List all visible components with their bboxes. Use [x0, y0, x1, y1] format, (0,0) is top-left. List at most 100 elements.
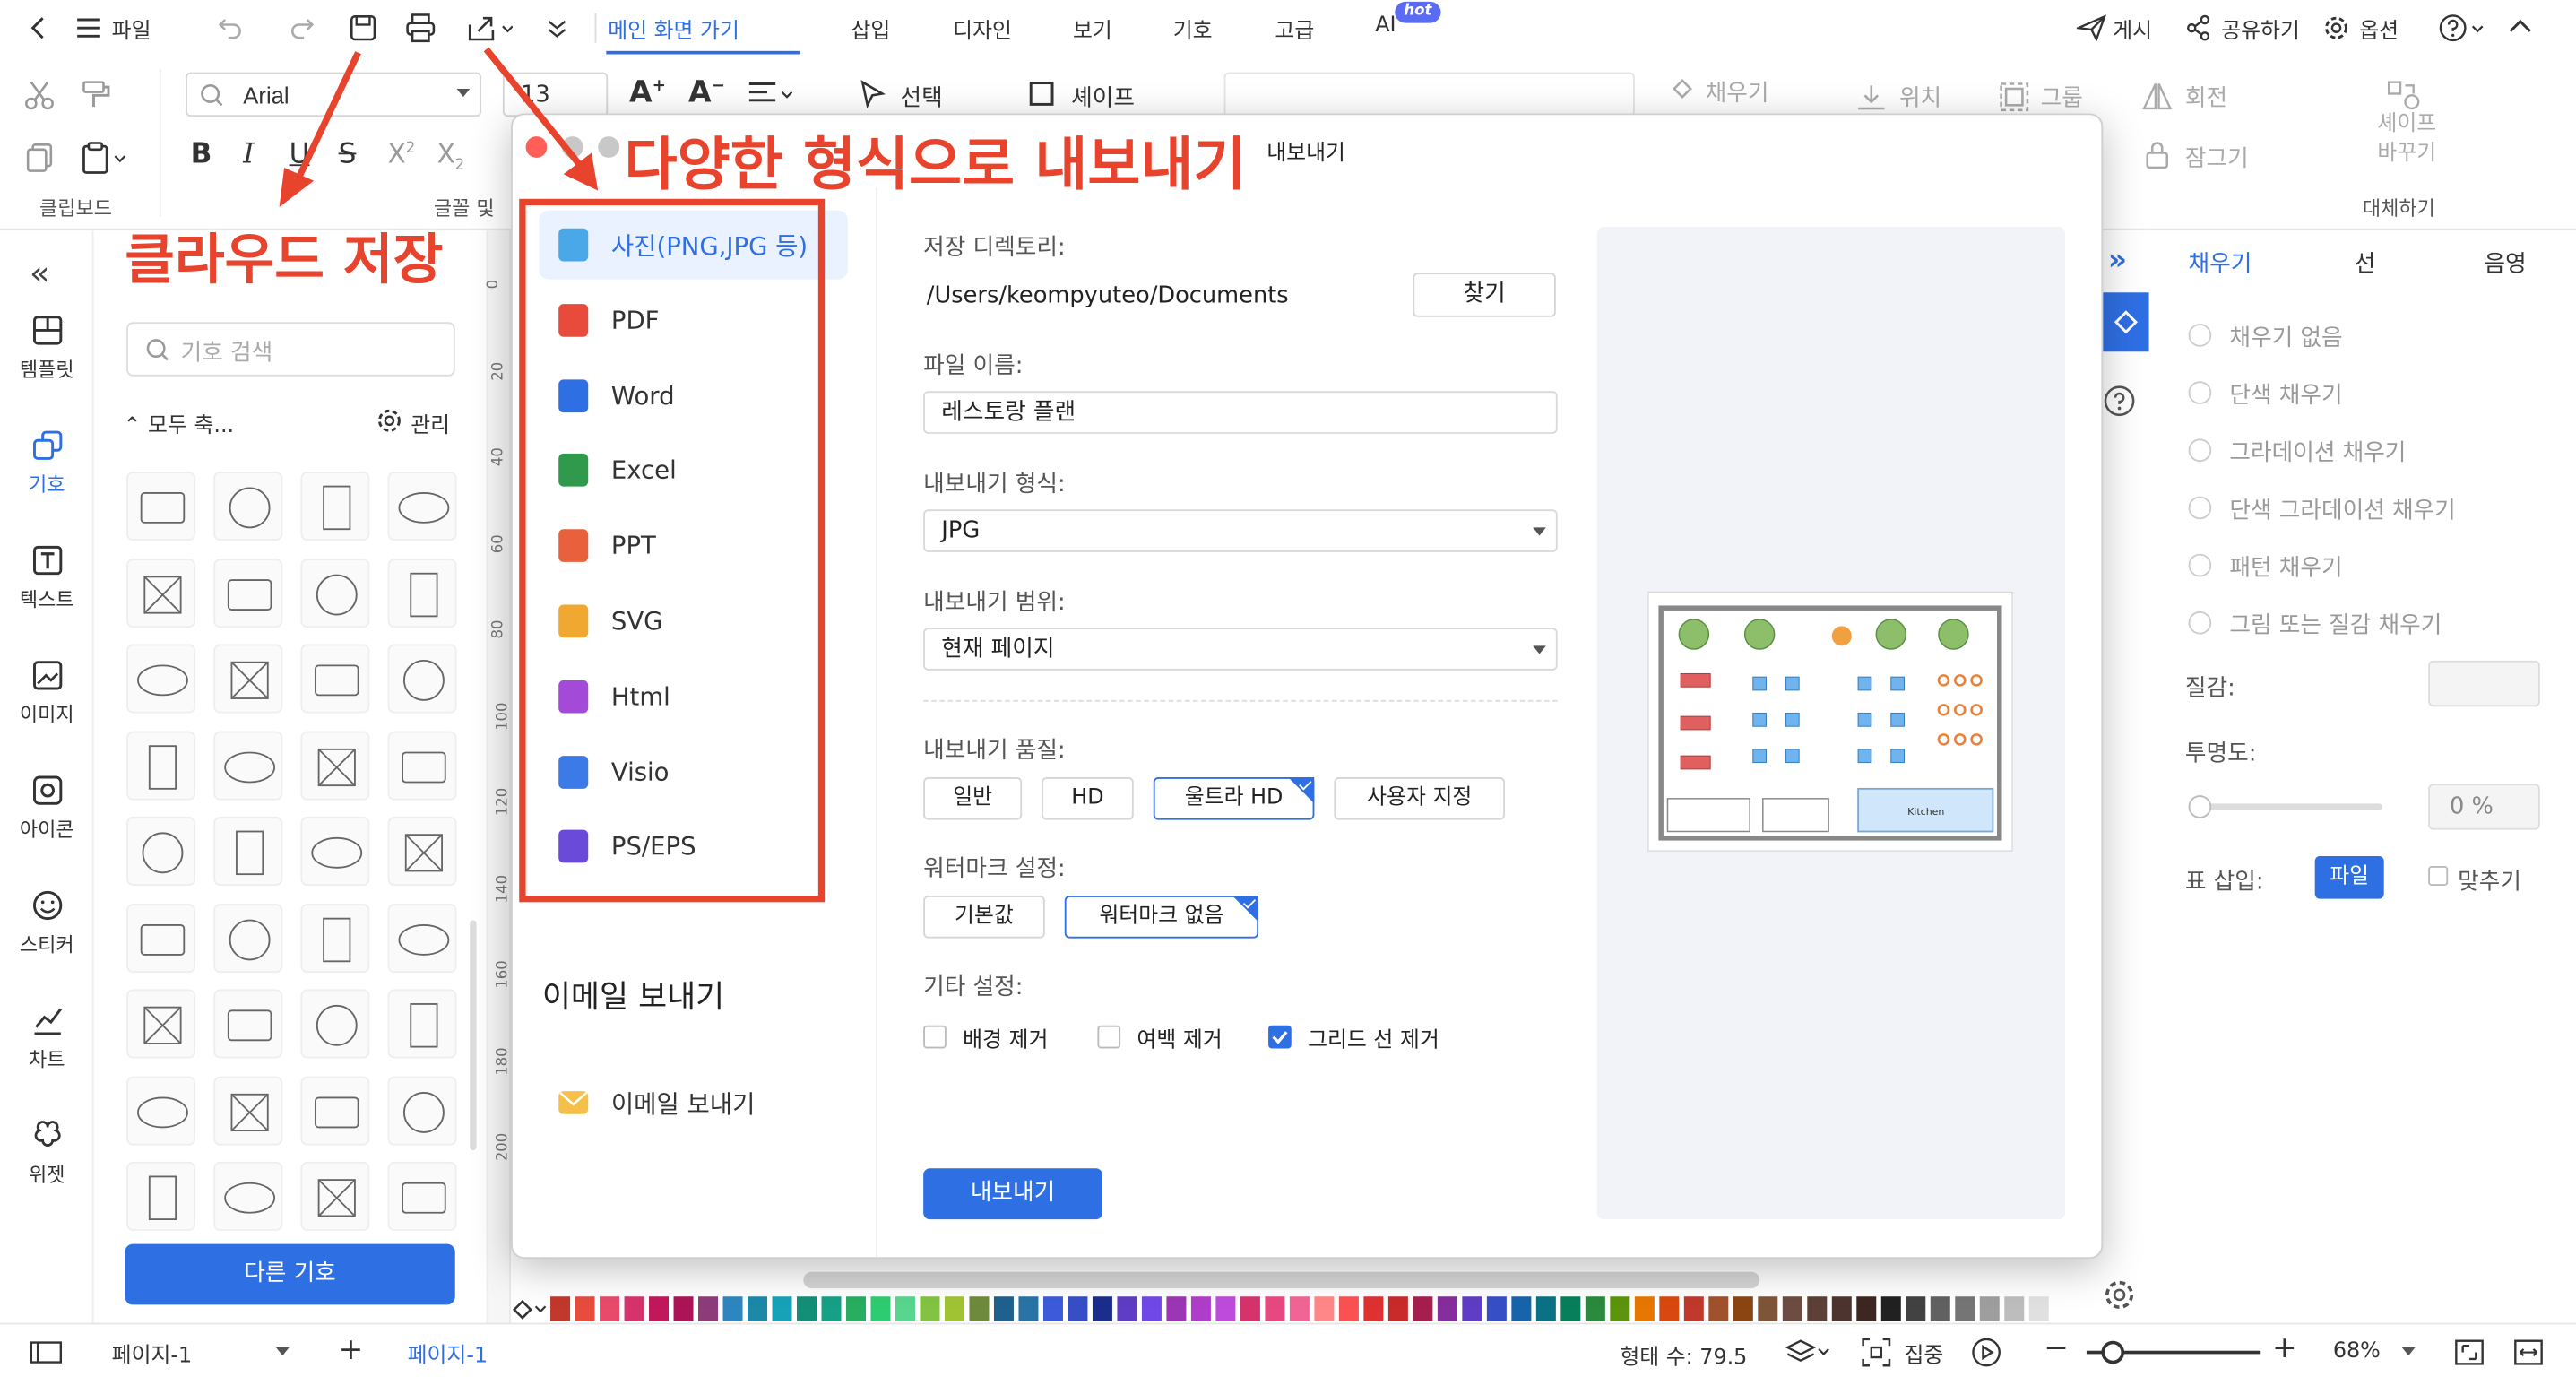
subscript-icon[interactable]: X2	[437, 138, 465, 175]
strikethrough-icon[interactable]: S	[339, 138, 357, 171]
symbol-tile[interactable]	[387, 1075, 457, 1145]
color-swatch[interactable]	[1708, 1296, 1729, 1321]
lock-button[interactable]: 잠그기	[2185, 142, 2249, 175]
tab-design[interactable]: 디자인	[953, 13, 1012, 44]
symbol-tile[interactable]	[300, 1161, 370, 1231]
color-swatch[interactable]	[1042, 1296, 1063, 1321]
close-window-button[interactable]	[525, 136, 548, 158]
play-icon[interactable]	[1972, 1338, 2001, 1367]
symbol-tile[interactable]	[213, 472, 283, 541]
file-menu[interactable]: 파일	[112, 13, 151, 44]
color-swatch[interactable]	[870, 1296, 891, 1321]
color-swatch[interactable]	[1955, 1296, 1975, 1321]
symbol-tile[interactable]	[300, 989, 370, 1059]
color-swatch[interactable]	[1018, 1296, 1039, 1321]
publish-button[interactable]: 게시	[2113, 13, 2152, 44]
watermark-none-button[interactable]: 워터마크 없음	[1064, 895, 1259, 939]
symbol-tile[interactable]	[126, 989, 196, 1059]
other-setting-checkbox[interactable]	[923, 1025, 947, 1049]
color-swatch[interactable]	[1387, 1296, 1408, 1321]
tab-advanced[interactable]: 고급	[1275, 13, 1314, 44]
tab-line[interactable]: 선	[2355, 247, 2376, 280]
color-swatch[interactable]	[1758, 1296, 1778, 1321]
nav-item-icon[interactable]: 아이콘	[0, 773, 93, 844]
symbol-tile[interactable]	[300, 730, 370, 800]
color-swatch[interactable]	[722, 1296, 743, 1321]
color-swatch[interactable]	[673, 1296, 694, 1321]
expand-panel-icon[interactable]: »	[2108, 243, 2127, 277]
symbol-tile[interactable]	[126, 903, 196, 973]
zoom-select[interactable]: 68%	[2333, 1339, 2381, 1364]
color-swatch[interactable]	[1807, 1296, 1828, 1321]
focus-button[interactable]: 집중	[1904, 1338, 1943, 1368]
tab-shadow[interactable]: 음영	[2484, 247, 2526, 280]
copy-icon[interactable]	[23, 142, 56, 175]
symbol-tile[interactable]	[126, 730, 196, 800]
add-page-icon[interactable]: +	[339, 1333, 364, 1367]
color-swatch[interactable]	[1117, 1296, 1137, 1321]
symbol-tile[interactable]	[213, 1075, 283, 1145]
color-swatch[interactable]	[698, 1296, 719, 1321]
color-swatch[interactable]	[1856, 1296, 1877, 1321]
symbol-tile[interactable]	[213, 817, 283, 886]
horizontal-scrollbar[interactable]	[803, 1271, 1760, 1289]
color-swatch[interactable]	[2028, 1296, 2049, 1321]
tab-ai[interactable]: AI	[1375, 13, 1396, 38]
color-swatch[interactable]	[1141, 1296, 1162, 1321]
tab-symbol[interactable]: 기호	[1173, 13, 1213, 44]
color-swatch[interactable]	[1733, 1296, 1753, 1321]
page-select[interactable]: 페이지-1	[112, 1338, 296, 1369]
layers-icon[interactable]	[1785, 1338, 1830, 1367]
color-swatch[interactable]	[1092, 1296, 1112, 1321]
opacity-slider[interactable]	[2198, 803, 2382, 810]
format-painter-icon[interactable]	[79, 79, 112, 112]
fill-option-radio[interactable]	[2188, 438, 2212, 463]
symbol-scrollbar[interactable]	[470, 920, 477, 1151]
share-button[interactable]: 공유하기	[2221, 13, 2300, 44]
symbol-tile[interactable]	[213, 730, 283, 800]
font-family-select[interactable]: Arial	[186, 72, 482, 117]
color-swatch[interactable]	[1659, 1296, 1680, 1321]
paste-icon[interactable]	[79, 142, 128, 175]
replace-shape-button[interactable]: 셰이프 바꾸기	[2366, 110, 2449, 169]
more-down-icon[interactable]	[546, 14, 569, 40]
filename-input[interactable]: 레스토랑 플랜	[923, 391, 1558, 434]
symbol-tile[interactable]	[213, 989, 283, 1059]
settings-gear-icon[interactable]	[2103, 1278, 2136, 1312]
symbol-tile[interactable]	[387, 644, 457, 714]
superscript-icon[interactable]: X2	[388, 138, 416, 169]
color-swatch[interactable]	[1240, 1296, 1260, 1321]
color-swatch[interactable]	[1930, 1296, 1950, 1321]
color-swatch[interactable]	[1979, 1296, 2000, 1321]
collapse-sidebar-icon[interactable]: «	[30, 253, 49, 292]
palette-swatches[interactable]	[550, 1296, 2079, 1322]
fill-panel-toggle[interactable]	[2103, 292, 2149, 352]
texture-select[interactable]	[2428, 660, 2540, 707]
symbol-tile[interactable]	[213, 644, 283, 714]
color-swatch[interactable]	[1560, 1296, 1581, 1321]
color-swatch[interactable]	[1880, 1296, 1901, 1321]
tab-home[interactable]: 메인 화면 가기	[608, 13, 739, 44]
color-swatch[interactable]	[895, 1296, 915, 1321]
underline-icon[interactable]: U	[290, 138, 310, 171]
color-swatch[interactable]	[797, 1296, 817, 1321]
symbol-search-input[interactable]: 기호 검색	[126, 322, 455, 377]
fit-checkbox[interactable]	[2428, 865, 2449, 886]
symbol-tile[interactable]	[300, 903, 370, 973]
symbol-tile[interactable]	[126, 1161, 196, 1231]
symbol-tile[interactable]	[126, 472, 196, 541]
color-swatch[interactable]	[1683, 1296, 1704, 1321]
export-button[interactable]: 내보내기	[923, 1168, 1102, 1220]
decrease-font-icon[interactable]: A−	[688, 75, 725, 109]
manage-button[interactable]: 관리	[411, 408, 450, 438]
symbol-tile[interactable]	[126, 817, 196, 886]
undo-icon[interactable]	[217, 14, 243, 40]
color-swatch[interactable]	[845, 1296, 866, 1321]
fill-option-radio[interactable]	[2188, 324, 2212, 347]
fill-button[interactable]: 채우기	[1706, 75, 1769, 108]
symbol-tile[interactable]	[387, 558, 457, 628]
color-swatch[interactable]	[1831, 1296, 1852, 1321]
collapse-ribbon-icon[interactable]	[2507, 16, 2533, 36]
symbol-tile[interactable]	[387, 472, 457, 541]
bold-icon[interactable]: B	[191, 138, 212, 171]
